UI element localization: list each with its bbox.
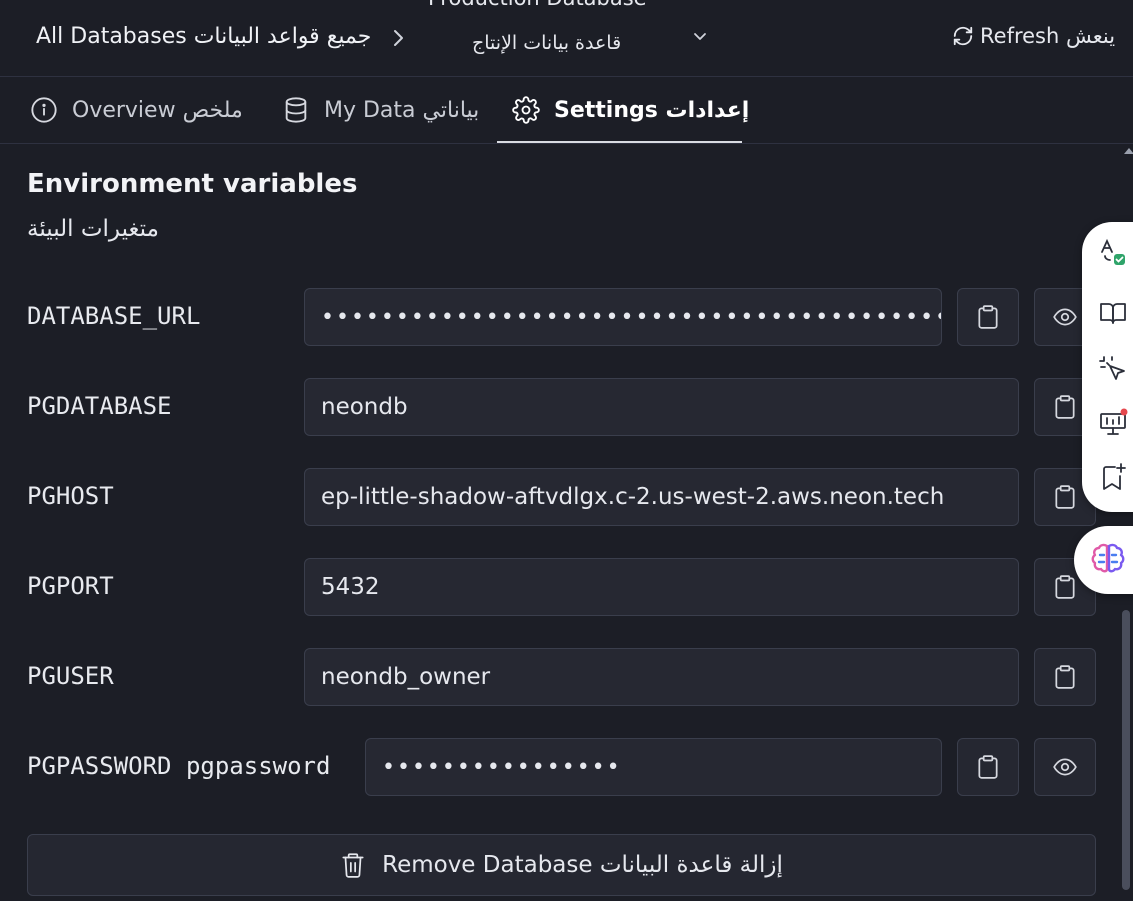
presentation-icon bbox=[1100, 408, 1128, 435]
side-dock bbox=[1082, 222, 1133, 512]
clipboard-icon bbox=[978, 305, 998, 329]
env-var-name: PGUSER bbox=[27, 662, 114, 690]
brain-icon bbox=[1091, 543, 1125, 573]
trash-icon bbox=[342, 853, 364, 878]
book-button[interactable] bbox=[1096, 296, 1130, 330]
env-var-value-field[interactable]: •••••••••••••••• bbox=[365, 738, 942, 796]
env-var-name: PGDATABASE bbox=[27, 392, 172, 420]
env-var-value-field[interactable]: 5432 bbox=[304, 558, 1019, 616]
reveal-button[interactable] bbox=[1034, 738, 1096, 796]
refresh-label: Refresh ينعش bbox=[980, 24, 1116, 48]
database-icon bbox=[285, 97, 307, 123]
tab-bar: Overview ملخص My Data بياناتي Settings إ… bbox=[0, 77, 1133, 144]
settings-panel: Environment variables متغيرات البيئة DAT… bbox=[0, 144, 1133, 901]
sparkle-cursor-button[interactable] bbox=[1096, 352, 1130, 386]
env-row-pgport: PGPORT 5432 bbox=[0, 558, 1133, 616]
tab-settings[interactable]: Settings إعدادات bbox=[512, 77, 749, 143]
database-name-arabic: قاعدة بيانات الإنتاج bbox=[472, 32, 622, 54]
env-var-value-field[interactable]: neondb_owner bbox=[304, 648, 1019, 706]
clipboard-icon bbox=[1055, 485, 1075, 509]
scrollbar-thumb[interactable] bbox=[1122, 610, 1130, 890]
env-var-value-field[interactable]: neondb bbox=[304, 378, 1019, 436]
bookmark-plus-button[interactable] bbox=[1096, 460, 1130, 494]
tab-settings-label: Settings إعدادات bbox=[554, 97, 750, 123]
env-row-database-url: DATABASE_URL •••••••••••••••••••••••••••… bbox=[0, 288, 1133, 346]
copy-button[interactable] bbox=[957, 738, 1019, 796]
bookmark-plus-icon bbox=[1103, 463, 1126, 490]
env-var-name: PGPASSWORD pgpassword bbox=[27, 752, 331, 780]
env-var-name: PGPORT bbox=[27, 572, 114, 600]
tab-overview[interactable]: Overview ملخص bbox=[30, 77, 243, 143]
env-var-value-field[interactable]: ep-little-shadow-aftvdlgx.c-2.us-west-2.… bbox=[304, 468, 1019, 526]
presentation-button[interactable] bbox=[1096, 406, 1130, 440]
breadcrumb-all-databases[interactable]: All Databases جميع قواعد البيانات bbox=[36, 24, 371, 49]
remove-database-label: Remove Database إزالة قاعدة البيانات bbox=[382, 852, 783, 878]
env-row-pghost: PGHOST ep-little-shadow-aftvdlgx.c-2.us-… bbox=[0, 468, 1133, 526]
top-bar: All Databases جميع قواعد البيانات Produc… bbox=[0, 0, 1133, 77]
clipboard-icon bbox=[978, 755, 998, 779]
env-row-pgpassword: PGPASSWORD pgpassword •••••••••••••••• bbox=[0, 738, 1133, 796]
clipboard-icon bbox=[1055, 665, 1075, 689]
tab-my-data-label: My Data بياناتي bbox=[324, 97, 480, 123]
database-name: Production Database bbox=[428, 0, 647, 10]
env-var-name: DATABASE_URL bbox=[27, 302, 201, 330]
copy-button[interactable] bbox=[1034, 648, 1096, 706]
eye-icon bbox=[1053, 758, 1077, 776]
sparkle-cursor-icon bbox=[1099, 356, 1125, 380]
translate-check-button[interactable] bbox=[1096, 236, 1130, 270]
remove-database-button[interactable]: Remove Database إزالة قاعدة البيانات bbox=[27, 834, 1096, 896]
book-icon bbox=[1100, 303, 1126, 324]
env-row-pguser: PGUSER neondb_owner bbox=[0, 648, 1133, 706]
section-subtitle: متغيرات البيئة bbox=[27, 216, 159, 242]
clipboard-icon bbox=[1055, 575, 1075, 599]
gear-icon bbox=[512, 96, 540, 124]
chevron-right-icon bbox=[394, 30, 403, 46]
translate-check-icon bbox=[1101, 238, 1125, 265]
tab-my-data[interactable]: My Data بياناتي bbox=[282, 77, 479, 143]
eye-icon bbox=[1053, 308, 1077, 326]
clipboard-icon bbox=[1055, 395, 1075, 419]
ai-assistant-button[interactable] bbox=[1074, 526, 1133, 594]
tab-overview-label: Overview ملخص bbox=[72, 97, 243, 123]
scroll-up-arrow-icon[interactable] bbox=[1124, 148, 1133, 154]
active-tab-indicator bbox=[497, 141, 742, 143]
refresh-icon bbox=[953, 26, 973, 46]
copy-button[interactable] bbox=[957, 288, 1019, 346]
chevron-down-icon bbox=[694, 33, 706, 40]
section-title: Environment variables bbox=[27, 169, 358, 199]
env-row-pgdatabase: PGDATABASE neondb bbox=[0, 378, 1133, 436]
info-icon bbox=[31, 97, 57, 123]
refresh-button[interactable]: Refresh ينعش bbox=[952, 24, 1115, 48]
database-selector[interactable]: Production Database قاعدة بيانات الإنتاج bbox=[420, 0, 720, 76]
env-var-value-field[interactable]: ••••••••••••••••••••••••••••••••••••••••… bbox=[304, 288, 942, 346]
env-var-name: PGHOST bbox=[27, 482, 114, 510]
